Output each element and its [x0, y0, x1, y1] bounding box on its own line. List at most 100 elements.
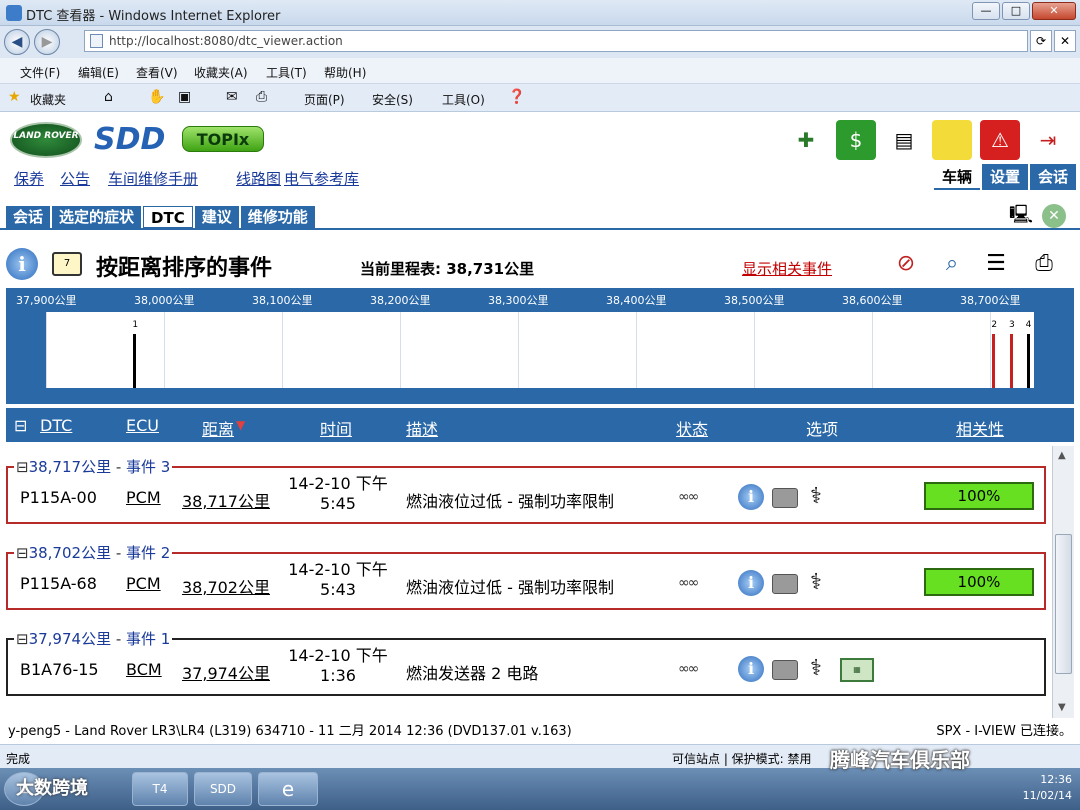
page-menu[interactable]: 页面(P): [304, 91, 345, 108]
tab-vehicle[interactable]: 车辆: [933, 164, 980, 190]
help-icon[interactable]: ❓: [508, 89, 525, 105]
no-filter-icon[interactable]: ⊘: [888, 246, 924, 282]
distance-link[interactable]: 38,702公里: [182, 574, 270, 598]
list-icon[interactable]: ☰: [978, 246, 1014, 282]
folder-icon[interactable]: 7: [52, 252, 82, 276]
link-wiring-diagrams[interactable]: 线路图: [236, 168, 281, 189]
tools-menu[interactable]: 工具(O): [442, 91, 485, 108]
tab-session[interactable]: 会话: [1029, 164, 1076, 190]
timeline-tick-label: 38,300公里: [488, 294, 549, 307]
event-list: P115A-00 PCM 38,717公里 14-2-10 下午 5:45 燃油…: [6, 446, 1050, 718]
topix-button[interactable]: TOPIx: [182, 126, 264, 152]
feeds-icon[interactable]: ✋: [148, 89, 165, 105]
show-related-events-link[interactable]: 显示相关事件: [742, 258, 832, 279]
money-icon[interactable]: $: [836, 120, 876, 160]
link-bulletins[interactable]: 公告: [60, 168, 90, 189]
link-maintenance[interactable]: 保养: [14, 168, 44, 189]
col-relevance[interactable]: 相关性: [956, 416, 1004, 440]
info-icon[interactable]: i: [6, 248, 38, 280]
computer-icon[interactable]: 🖳: [1006, 200, 1036, 230]
url-input[interactable]: http://localhost:8080/dtc_viewer.action: [84, 30, 1028, 52]
menu-favorites[interactable]: 收藏夹(A): [194, 64, 248, 81]
close-session-icon[interactable]: ✕: [1042, 204, 1066, 228]
col-time[interactable]: 时间: [320, 416, 352, 440]
link-electrical-library[interactable]: 电气参考库: [284, 168, 359, 189]
event-timeline: 37,900公里 38,000公里 38,100公里 38,200公里 38,300公里…: [6, 288, 1074, 404]
timeline-event-marker[interactable]: [992, 334, 996, 388]
search-icon[interactable]: ⌕: [934, 246, 970, 282]
forward-button[interactable]: ▶: [34, 29, 60, 55]
info-icon[interactable]: i: [738, 656, 764, 682]
print-icon[interactable]: ⎙: [256, 89, 267, 105]
favorites-star-icon[interactable]: ★: [8, 89, 21, 105]
home-icon[interactable]: ⌂: [104, 89, 113, 105]
menu-tools[interactable]: 工具(T): [266, 64, 307, 81]
timeline-event-marker[interactable]: [133, 334, 137, 388]
taskbar-app-t4[interactable]: T4: [132, 772, 188, 806]
timeline-event-marker[interactable]: [1026, 334, 1030, 388]
stethoscope-icon[interactable]: ⚕: [802, 482, 830, 512]
menu-edit[interactable]: 编辑(E): [78, 64, 119, 81]
ecu-link[interactable]: PCM: [126, 488, 161, 507]
col-status[interactable]: 状态: [676, 416, 708, 440]
distance-link[interactable]: 38,717公里: [182, 488, 270, 512]
subtab-symptoms[interactable]: 选定的症状: [52, 206, 142, 228]
freeze-frame-icon[interactable]: [772, 660, 798, 680]
link-workshop-manual[interactable]: 车间维修手册: [108, 168, 198, 189]
module-icon[interactable]: ▦: [840, 658, 874, 682]
calendar-icon[interactable]: ▤: [884, 120, 924, 160]
subtab-service-functions[interactable]: 维修功能: [240, 206, 315, 228]
timeline-event-marker[interactable]: [1010, 334, 1014, 388]
subtab-recommendations[interactable]: 建议: [194, 206, 239, 228]
ecu-link[interactable]: BCM: [126, 660, 162, 679]
timeline-gridline: [400, 312, 401, 388]
scroll-down-icon[interactable]: ▼: [1058, 702, 1066, 713]
expand-event-icon[interactable]: ⊟: [16, 630, 29, 648]
scroll-thumb[interactable]: [1055, 534, 1072, 674]
events-header: i 7 按距离排序的事件 当前里程表: 38,731公里 显示相关事件 ⊘ ⌕ …: [0, 242, 1080, 286]
menu-file[interactable]: 文件(F): [20, 64, 60, 81]
collapse-all-icon[interactable]: ⊟: [14, 416, 27, 435]
freeze-frame-icon[interactable]: [772, 488, 798, 508]
print-icon[interactable]: ⎙: [1026, 246, 1062, 282]
exit-icon[interactable]: ⇥: [1028, 120, 1068, 160]
stethoscope-icon[interactable]: ⚕: [802, 654, 830, 684]
col-distance[interactable]: 距离: [202, 416, 234, 440]
freeze-frame-icon[interactable]: [772, 574, 798, 594]
first-aid-kit-icon[interactable]: ✚: [786, 120, 826, 160]
minimize-button[interactable]: —: [972, 2, 1000, 20]
read-mail-icon[interactable]: ▣: [178, 89, 191, 105]
favorites-label[interactable]: 收藏夹: [30, 91, 66, 108]
stethoscope-icon[interactable]: ⚕: [802, 568, 830, 598]
subtab-session[interactable]: 会话: [6, 206, 51, 228]
note-icon[interactable]: [932, 120, 972, 160]
event-km: 38,702公里: [28, 544, 112, 562]
col-description[interactable]: 描述: [406, 416, 438, 440]
info-icon[interactable]: i: [738, 484, 764, 510]
info-icon[interactable]: i: [738, 570, 764, 596]
event-list-scrollbar[interactable]: ▲ ▼: [1052, 446, 1074, 718]
col-ecu[interactable]: ECU: [126, 416, 159, 435]
tab-settings[interactable]: 设置: [981, 164, 1028, 190]
expand-event-icon[interactable]: ⊟: [16, 544, 29, 562]
taskbar-app-ie[interactable]: e: [258, 772, 318, 806]
maximize-button[interactable]: □: [1002, 2, 1030, 20]
ecu-link[interactable]: PCM: [126, 574, 161, 593]
close-button[interactable]: ✕: [1032, 2, 1076, 20]
col-dtc[interactable]: DTC: [40, 416, 72, 435]
timeline-event-number: 3: [1009, 320, 1015, 330]
taskbar-app-sdd[interactable]: SDD: [194, 772, 252, 806]
scroll-up-icon[interactable]: ▲: [1058, 450, 1066, 461]
distance-link[interactable]: 37,974公里: [182, 660, 270, 684]
expand-event-icon[interactable]: ⊟: [16, 458, 29, 476]
alert-icon[interactable]: ⚠: [980, 120, 1020, 160]
back-button[interactable]: ◀: [4, 29, 30, 55]
subtab-dtc[interactable]: DTC: [143, 206, 193, 228]
refresh-icon[interactable]: ⟳: [1030, 30, 1052, 52]
mail-icon[interactable]: ✉: [226, 89, 238, 105]
menu-view[interactable]: 查看(V): [136, 64, 178, 81]
stop-icon[interactable]: ✕: [1054, 30, 1076, 52]
menu-help[interactable]: 帮助(H): [324, 64, 366, 81]
land-rover-logo: LAND ROVER: [10, 122, 82, 158]
safety-menu[interactable]: 安全(S): [372, 91, 413, 108]
